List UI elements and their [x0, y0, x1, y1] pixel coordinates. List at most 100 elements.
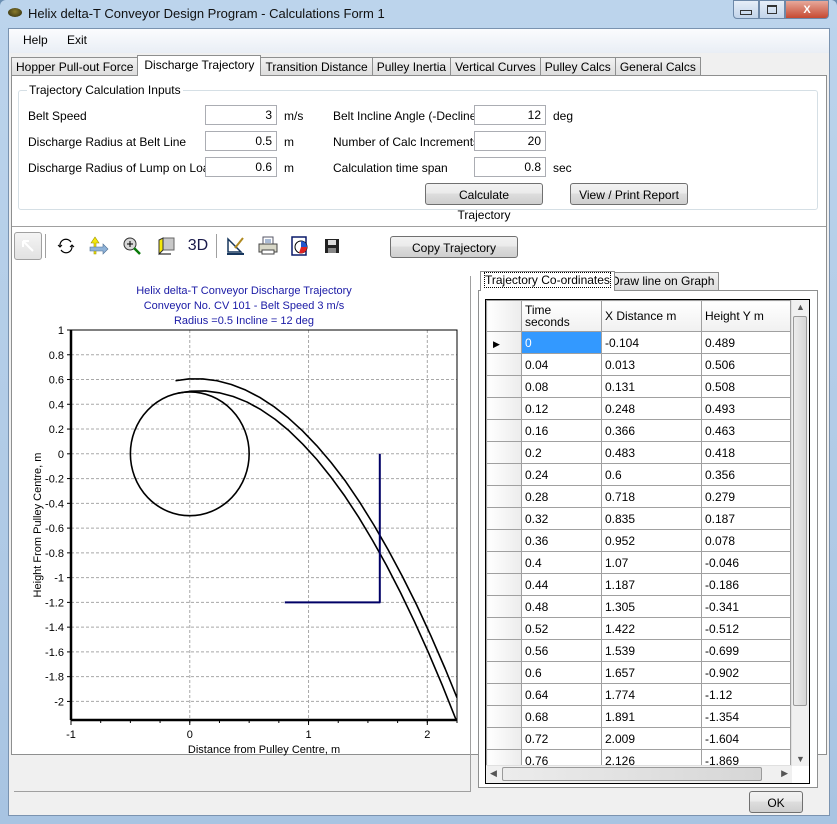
cell-x[interactable]: 0.6: [601, 463, 702, 486]
column-header-y[interactable]: Height Y m: [701, 300, 791, 332]
row-header[interactable]: [486, 419, 522, 442]
move-tool[interactable]: [84, 232, 112, 260]
ok-button[interactable]: OK: [749, 791, 803, 813]
cell-time[interactable]: 0.16: [521, 419, 602, 442]
row-header[interactable]: [486, 441, 522, 464]
cell-x[interactable]: 1.187: [601, 573, 702, 596]
menu-exit[interactable]: Exit: [67, 33, 87, 47]
cell-time[interactable]: 0.64: [521, 683, 602, 706]
title-bar[interactable]: Helix delta-T Conveyor Design Program - …: [0, 0, 837, 26]
cell-time[interactable]: 0.56: [521, 639, 602, 662]
3d-toggle[interactable]: 3D: [184, 232, 212, 260]
cell-time[interactable]: 0.48: [521, 595, 602, 618]
cell-time[interactable]: 0: [521, 331, 602, 354]
tab-hopper-pull-out-force[interactable]: Hopper Pull-out Force: [11, 57, 139, 76]
row-header[interactable]: [486, 507, 522, 530]
table-row[interactable]: 0.28 0.718 0.279: [486, 485, 791, 508]
discharge-radius-lump-input[interactable]: [205, 157, 277, 177]
calculate-trajectory-button[interactable]: Calculate Trajectory: [425, 183, 543, 222]
tab-pulley-calcs[interactable]: Pulley Calcs: [539, 57, 616, 76]
scroll-right-icon[interactable]: ▶: [781, 768, 788, 779]
tab-discharge-trajectory[interactable]: Discharge Trajectory: [137, 55, 262, 76]
cell-y[interactable]: 0.489: [701, 331, 791, 354]
table-row[interactable]: 0.08 0.131 0.508: [486, 375, 791, 398]
table-row[interactable]: 0.56 1.539 -0.699: [486, 639, 791, 662]
cell-y[interactable]: 0.506: [701, 353, 791, 376]
print-tool[interactable]: [254, 232, 282, 260]
horizontal-scrollbar[interactable]: ◀ ▶: [486, 765, 792, 783]
cell-y[interactable]: -0.902: [701, 661, 791, 684]
cell-x[interactable]: 1.891: [601, 705, 702, 728]
vertical-scrollbar[interactable]: ▲ ▼: [791, 300, 809, 766]
cell-x[interactable]: 1.657: [601, 661, 702, 684]
row-header[interactable]: [486, 353, 522, 376]
cell-time[interactable]: 0.08: [521, 375, 602, 398]
cell-x[interactable]: 0.366: [601, 419, 702, 442]
maximize-button[interactable]: [759, 0, 785, 19]
cell-y[interactable]: 0.187: [701, 507, 791, 530]
cell-time[interactable]: 0.36: [521, 529, 602, 552]
tab-trajectory-coordinates[interactable]: Trajectory Co-ordinates: [480, 271, 615, 291]
cell-y[interactable]: -0.512: [701, 617, 791, 640]
cell-time[interactable]: 0.2: [521, 441, 602, 464]
cell-x[interactable]: 0.835: [601, 507, 702, 530]
cell-time[interactable]: 0.24: [521, 463, 602, 486]
cell-x[interactable]: 1.774: [601, 683, 702, 706]
cell-time[interactable]: 0.04: [521, 353, 602, 376]
cell-y[interactable]: -0.046: [701, 551, 791, 574]
table-row[interactable]: 0.16 0.366 0.463: [486, 419, 791, 442]
cell-time[interactable]: 0.68: [521, 705, 602, 728]
cell-y[interactable]: -0.186: [701, 573, 791, 596]
cell-y[interactable]: 0.463: [701, 419, 791, 442]
tab-vertical-curves[interactable]: Vertical Curves: [450, 57, 541, 76]
row-header[interactable]: [486, 639, 522, 662]
scroll-up-icon[interactable]: ▲: [796, 302, 805, 312]
cell-x[interactable]: 1.305: [601, 595, 702, 618]
minimize-button[interactable]: [733, 0, 759, 19]
cell-time[interactable]: 0.28: [521, 485, 602, 508]
row-header[interactable]: ▶: [486, 331, 522, 354]
close-button[interactable]: X: [785, 0, 829, 19]
tab-general-calcs[interactable]: General Calcs: [614, 57, 701, 76]
tab-draw-line-on-graph[interactable]: Draw line on Graph: [606, 272, 720, 290]
tab-transition-distance[interactable]: Transition Distance: [260, 57, 373, 76]
copy-trajectory-button[interactable]: Copy Trajectory: [390, 236, 518, 258]
cell-time[interactable]: 0.52: [521, 617, 602, 640]
cell-y[interactable]: 0.508: [701, 375, 791, 398]
rotate-tool[interactable]: [52, 232, 80, 260]
cell-x[interactable]: 0.131: [601, 375, 702, 398]
trajectory-chart[interactable]: Helix delta-T Conveyor Discharge Traject…: [14, 276, 471, 792]
export-tool[interactable]: [286, 232, 314, 260]
cell-y[interactable]: 0.356: [701, 463, 791, 486]
table-row[interactable]: 0.6 1.657 -0.902: [486, 661, 791, 684]
cell-x[interactable]: 1.539: [601, 639, 702, 662]
vertical-scroll-thumb[interactable]: [793, 316, 807, 706]
row-header[interactable]: [486, 617, 522, 640]
row-header[interactable]: [486, 397, 522, 420]
menu-help[interactable]: Help: [23, 33, 48, 47]
cell-time[interactable]: 0.6: [521, 661, 602, 684]
scroll-down-icon[interactable]: ▼: [796, 754, 805, 764]
row-header[interactable]: [486, 573, 522, 596]
pointer-tool[interactable]: [14, 232, 42, 260]
cell-y[interactable]: -1.354: [701, 705, 791, 728]
horizontal-scroll-thumb[interactable]: [502, 767, 762, 781]
belt-speed-input[interactable]: [205, 105, 277, 125]
table-row[interactable]: 0.36 0.952 0.078: [486, 529, 791, 552]
table-row[interactable]: 0.2 0.483 0.418: [486, 441, 791, 464]
cell-y[interactable]: -1.12: [701, 683, 791, 706]
cell-y[interactable]: 0.418: [701, 441, 791, 464]
view-print-report-button[interactable]: View / Print Report: [570, 183, 688, 205]
row-header[interactable]: [486, 463, 522, 486]
cell-time[interactable]: 0.44: [521, 573, 602, 596]
table-row[interactable]: 0.32 0.835 0.187: [486, 507, 791, 530]
column-header-time[interactable]: Time seconds: [521, 300, 602, 332]
cell-x[interactable]: 0.718: [601, 485, 702, 508]
cell-y[interactable]: -0.341: [701, 595, 791, 618]
table-row[interactable]: 0.68 1.891 -1.354: [486, 705, 791, 728]
table-row[interactable]: 0.44 1.187 -0.186: [486, 573, 791, 596]
table-row[interactable]: 0.72 2.009 -1.604: [486, 727, 791, 750]
cell-y[interactable]: -1.604: [701, 727, 791, 750]
table-row[interactable]: ▶ 0 -0.104 0.489: [486, 331, 791, 354]
cell-x[interactable]: 0.952: [601, 529, 702, 552]
